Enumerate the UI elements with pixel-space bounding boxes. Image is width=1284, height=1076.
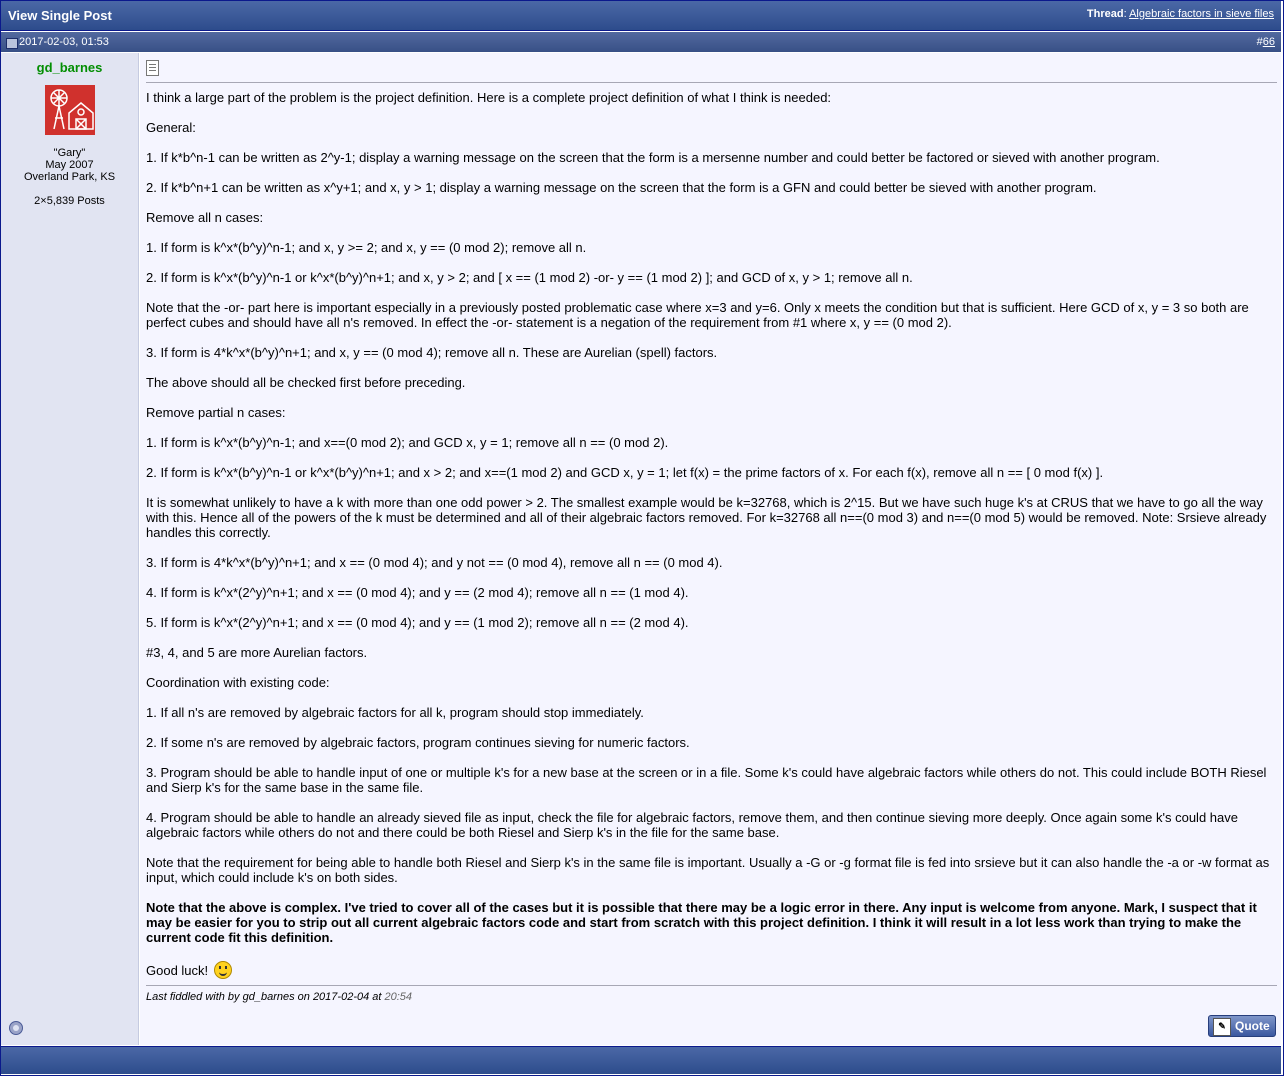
- post-paragraph: It is somewhat unlikely to have a k with…: [146, 495, 1267, 540]
- post-number: #66: [1257, 36, 1275, 48]
- closing-text: Good luck!: [146, 963, 209, 978]
- title-bar: View Single Post Thread: Algebraic facto…: [1, 1, 1281, 31]
- post-paragraph: 4. If form is k^x*(2^y)^n+1; and x == (0…: [146, 585, 689, 600]
- user-location: Overland Park, KS: [23, 171, 116, 183]
- post-paragraph: Remove all n cases:: [146, 210, 264, 225]
- post-paragraph: #3, 4, and 5 are more Aurelian factors.: [146, 645, 368, 660]
- post-paragraph: General:: [146, 120, 196, 135]
- post-paragraph: 5. If form is k^x*(2^y)^n+1; and x == (0…: [146, 615, 689, 630]
- post-paragraph: 1. If k*b^n-1 can be written as 2^y-1; d…: [146, 150, 1160, 165]
- post-paragraph: Note that the -or- part here is importan…: [146, 300, 1249, 330]
- post-doc-icon: [146, 60, 159, 76]
- last-edit-note: Last fiddled with by gd_barnes on 2017-0…: [146, 991, 412, 1003]
- post-number-link[interactable]: 66: [1263, 36, 1275, 48]
- user-details: "Gary" May 2007 Overland Park, KS: [1, 147, 138, 183]
- user-info-pane: gd_barnes "Gary" May 2007 Overland Park,…: [1, 53, 139, 1045]
- post-paragraph: Coordination with existing code:: [146, 675, 330, 690]
- post-divider-bottom: [146, 985, 1277, 986]
- avatar[interactable]: [44, 85, 95, 135]
- post-paragraph: 1. If form is k^x*(b^y)^n-1; and x, y >=…: [146, 240, 587, 255]
- user-post-count: 2×5,839 Posts: [34, 195, 105, 207]
- post-divider-top: [146, 82, 1277, 83]
- thread-link[interactable]: Algebraic factors in sieve files: [1129, 8, 1274, 20]
- post-date: 2017-02-03, 01:53: [19, 36, 109, 48]
- quote-button-label: Quote: [1235, 1019, 1270, 1033]
- post-paragraphs: I think a large part of the problem is t…: [146, 90, 1276, 885]
- post-paragraph: 3. Program should be able to handle inpu…: [146, 765, 1267, 795]
- post-closing: Good luck!: [146, 961, 1276, 979]
- post-paragraph: 3. If form is 4*k^x*(b^y)^n+1; and x == …: [146, 555, 723, 570]
- quote-icon: ✎: [1213, 1018, 1231, 1036]
- last-edit-time: 20:54: [384, 991, 413, 1003]
- user-join-date: May 2007: [45, 159, 94, 171]
- post-content-pane: I think a large part of the problem is t…: [140, 53, 1281, 1045]
- post-paragraph: 1. If all n's are removed by algebraic f…: [146, 705, 644, 720]
- post-body: I think a large part of the problem is t…: [146, 90, 1276, 979]
- post-paragraph: 3. If form is 4*k^x*(b^y)^n+1; and x, y …: [146, 345, 718, 360]
- smiley-icon: [213, 961, 232, 979]
- post-paragraph: Note that the requirement for being able…: [146, 855, 1270, 885]
- offline-status-icon: [9, 1021, 23, 1035]
- username[interactable]: gd_barnes: [1, 60, 138, 75]
- user-nickname: "Gary": [53, 147, 86, 159]
- last-edit-text: Last fiddled with by gd_barnes on 2017-0…: [146, 991, 382, 1003]
- avatar-windmill-barn-icon: [44, 85, 95, 135]
- post-paragraph: 2. If form is k^x*(b^y)^n-1 or k^x*(b^y)…: [146, 270, 913, 285]
- footer-bar: [1, 1046, 1281, 1074]
- post-paragraph: 1. If form is k^x*(b^y)^n-1; and x==(0 m…: [146, 435, 669, 450]
- quote-button[interactable]: ✎ Quote: [1208, 1015, 1276, 1037]
- post-paragraph: The above should all be checked first be…: [146, 375, 466, 390]
- thread-info: Thread: Algebraic factors in sieve files: [1086, 8, 1274, 20]
- old-post-icon: [6, 38, 18, 49]
- page-title: View Single Post: [8, 8, 112, 23]
- post-paragraph: 4. Program should be able to handle an a…: [146, 810, 1238, 840]
- thread-label: Thread: [1086, 8, 1124, 20]
- post-paragraph: I think a large part of the problem is t…: [146, 90, 832, 105]
- post-paragraph: 2. If k*b^n+1 can be written as x^y+1; a…: [146, 180, 1097, 195]
- post-header: 2017-02-03, 01:53 #66: [1, 32, 1281, 52]
- post-paragraph: 2. If some n's are removed by algebraic …: [146, 735, 690, 750]
- post-bold-paragraph: Note that the above is complex. I've tri…: [146, 900, 1257, 945]
- post-paragraph: Remove partial n cases:: [146, 405, 286, 420]
- post-paragraph: 2. If form is k^x*(b^y)^n-1 or k^x*(b^y)…: [146, 465, 1104, 480]
